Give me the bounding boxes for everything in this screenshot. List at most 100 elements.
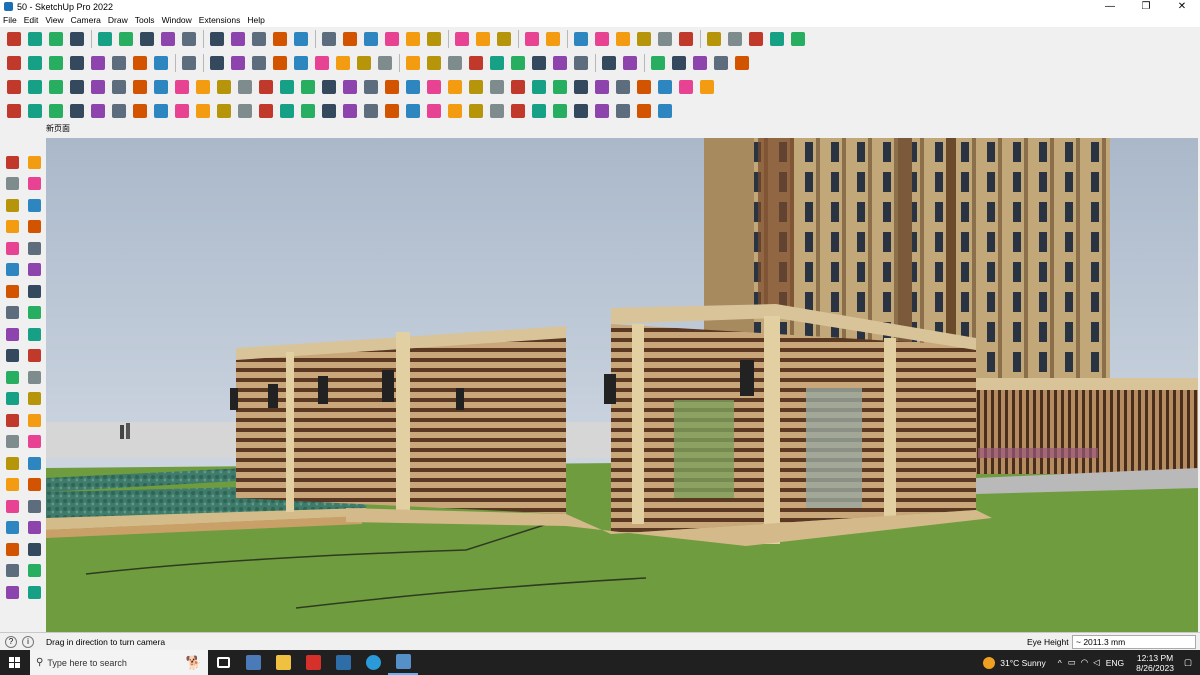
- toolbar-button-icon[interactable]: [67, 53, 87, 73]
- large-tool-icon[interactable]: [25, 239, 43, 257]
- toolbar-button-icon[interactable]: [4, 101, 24, 121]
- toolbar-button-icon[interactable]: [67, 29, 87, 49]
- toolbar-button-icon[interactable]: [508, 101, 528, 121]
- large-tool-icon[interactable]: [25, 304, 43, 322]
- wifi-icon[interactable]: ◠: [1081, 657, 1088, 668]
- toolbar-button-icon[interactable]: [634, 101, 654, 121]
- toolbar-button-icon[interactable]: [522, 29, 542, 49]
- toolbar-button-icon[interactable]: [550, 53, 570, 73]
- toolbar-button-icon[interactable]: [319, 29, 339, 49]
- toolbar-button-icon[interactable]: [382, 29, 402, 49]
- large-tool-icon[interactable]: [3, 519, 21, 537]
- toolbar-button-icon[interactable]: [613, 101, 633, 121]
- toolbar-button-icon[interactable]: [403, 29, 423, 49]
- toolbar-button-icon[interactable]: [361, 77, 381, 97]
- toolbar-button-icon[interactable]: [403, 101, 423, 121]
- toolbar-button-icon[interactable]: [382, 77, 402, 97]
- toolbar-button-icon[interactable]: [46, 77, 66, 97]
- menu-window[interactable]: Window: [162, 15, 192, 25]
- menu-help[interactable]: Help: [247, 15, 264, 25]
- large-tool-icon[interactable]: [3, 583, 21, 601]
- toolbar-button-icon[interactable]: [207, 29, 227, 49]
- menu-edit[interactable]: Edit: [24, 15, 39, 25]
- toolbar-button-icon[interactable]: [151, 53, 171, 73]
- large-tool-icon[interactable]: [3, 175, 21, 193]
- toolbar-button-icon[interactable]: [298, 77, 318, 97]
- task-view-button[interactable]: [208, 650, 238, 675]
- toolbar-button-icon[interactable]: [95, 29, 115, 49]
- toolbar-button-icon[interactable]: [571, 101, 591, 121]
- large-tool-icon[interactable]: [25, 347, 43, 365]
- toolbar-button-icon[interactable]: [508, 53, 528, 73]
- large-tool-icon[interactable]: [25, 583, 43, 601]
- toolbar-button-icon[interactable]: [151, 77, 171, 97]
- toolbar-button-icon[interactable]: [571, 53, 591, 73]
- large-tool-icon[interactable]: [3, 196, 21, 214]
- toolbar-button-icon[interactable]: [599, 53, 619, 73]
- network-icon[interactable]: ▭: [1068, 657, 1076, 668]
- toolbar-button-icon[interactable]: [151, 101, 171, 121]
- toolbar-button-icon[interactable]: [88, 77, 108, 97]
- toolbar-button-icon[interactable]: [46, 29, 66, 49]
- large-tool-icon[interactable]: [25, 175, 43, 193]
- menu-view[interactable]: View: [45, 15, 63, 25]
- toolbar-button-icon[interactable]: [4, 53, 24, 73]
- large-tool-icon[interactable]: [3, 325, 21, 343]
- toolbar-button-icon[interactable]: [291, 53, 311, 73]
- toolbar-button-icon[interactable]: [340, 29, 360, 49]
- toolbar-button-icon[interactable]: [655, 77, 675, 97]
- menu-camera[interactable]: Camera: [71, 15, 101, 25]
- toolbar-button-icon[interactable]: [109, 101, 129, 121]
- toolbar-button-icon[interactable]: [235, 101, 255, 121]
- toolbar-button-icon[interactable]: [249, 29, 269, 49]
- large-tool-icon[interactable]: [3, 433, 21, 451]
- toolbar-button-icon[interactable]: [445, 53, 465, 73]
- toolbar-button-icon[interactable]: [249, 53, 269, 73]
- toolbar-button-icon[interactable]: [725, 29, 745, 49]
- toolbar-button-icon[interactable]: [452, 29, 472, 49]
- toolbar-button-icon[interactable]: [354, 53, 374, 73]
- model-viewport[interactable]: [46, 138, 1198, 632]
- toolbar-button-icon[interactable]: [46, 53, 66, 73]
- large-tool-icon[interactable]: [25, 476, 43, 494]
- toolbar-button-icon[interactable]: [529, 77, 549, 97]
- toolbar-button-icon[interactable]: [340, 101, 360, 121]
- large-tool-icon[interactable]: [25, 454, 43, 472]
- toolbar-button-icon[interactable]: [571, 77, 591, 97]
- toolbar-button-icon[interactable]: [676, 77, 696, 97]
- large-tool-icon[interactable]: [3, 368, 21, 386]
- toolbar-button-icon[interactable]: [172, 101, 192, 121]
- toolbar-button-icon[interactable]: [711, 53, 731, 73]
- toolbar-button-icon[interactable]: [445, 101, 465, 121]
- toolbar-button-icon[interactable]: [634, 29, 654, 49]
- toolbar-button-icon[interactable]: [298, 101, 318, 121]
- large-tool-icon[interactable]: [25, 325, 43, 343]
- menu-file[interactable]: File: [3, 15, 17, 25]
- toolbar-button-icon[interactable]: [256, 101, 276, 121]
- acrobat-app[interactable]: [298, 650, 328, 675]
- close-button[interactable]: ✕: [1164, 0, 1200, 13]
- toolbar-button-icon[interactable]: [312, 53, 332, 73]
- toolbar-button-icon[interactable]: [403, 77, 423, 97]
- toolbar-button-icon[interactable]: [592, 29, 612, 49]
- large-tool-icon[interactable]: [25, 153, 43, 171]
- large-tool-icon[interactable]: [25, 282, 43, 300]
- scene-tab[interactable]: 新页面: [46, 124, 70, 133]
- toolbar-button-icon[interactable]: [571, 29, 591, 49]
- toolbar-button-icon[interactable]: [25, 53, 45, 73]
- toolbar-button-icon[interactable]: [375, 53, 395, 73]
- toolbar-button-icon[interactable]: [613, 29, 633, 49]
- menu-extensions[interactable]: Extensions: [199, 15, 241, 25]
- toolbar-button-icon[interactable]: [543, 29, 563, 49]
- toolbar-button-icon[interactable]: [487, 77, 507, 97]
- info-icon[interactable]: i: [22, 635, 34, 648]
- menu-tools[interactable]: Tools: [135, 15, 155, 25]
- toolbar-button-icon[interactable]: [172, 77, 192, 97]
- large-tool-icon[interactable]: [25, 519, 43, 537]
- toolbar-button-icon[interactable]: [4, 29, 24, 49]
- notification-icon[interactable]: ▢: [1184, 657, 1192, 668]
- large-tool-icon[interactable]: [3, 239, 21, 257]
- toolbar-button-icon[interactable]: [487, 101, 507, 121]
- maximize-button[interactable]: ❐: [1128, 0, 1164, 13]
- toolbar-button-icon[interactable]: [746, 29, 766, 49]
